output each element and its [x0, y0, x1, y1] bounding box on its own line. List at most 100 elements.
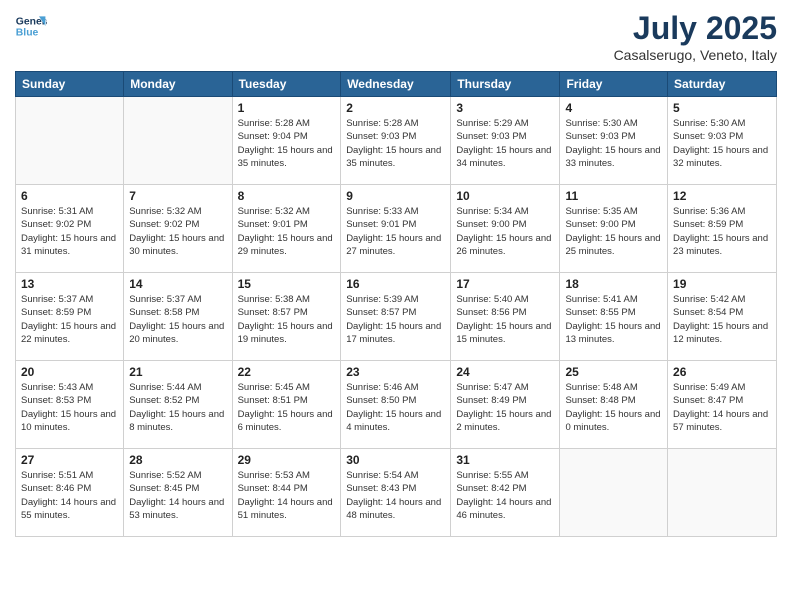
day-number: 5 [673, 101, 771, 115]
day-info: Sunrise: 5:29 AM Sunset: 9:03 PM Dayligh… [456, 117, 554, 170]
day-number: 6 [21, 189, 118, 203]
calendar-cell: 17 Sunrise: 5:40 AM Sunset: 8:56 PM Dayli… [451, 273, 560, 361]
calendar-cell: 4 Sunrise: 5:30 AM Sunset: 9:03 PM Daylig… [560, 97, 668, 185]
calendar-cell: 5 Sunrise: 5:30 AM Sunset: 9:03 PM Daylig… [668, 97, 777, 185]
day-info: Sunrise: 5:30 AM Sunset: 9:03 PM Dayligh… [565, 117, 662, 170]
day-info: Sunrise: 5:35 AM Sunset: 9:00 PM Dayligh… [565, 205, 662, 258]
day-info: Sunrise: 5:45 AM Sunset: 8:51 PM Dayligh… [238, 381, 336, 434]
svg-text:Blue: Blue [16, 28, 39, 39]
day-info: Sunrise: 5:52 AM Sunset: 8:45 PM Dayligh… [129, 469, 226, 522]
page: General Blue July 2025 Casalserugo, Vene… [0, 0, 792, 612]
day-info: Sunrise: 5:54 AM Sunset: 8:43 PM Dayligh… [346, 469, 445, 522]
calendar-cell: 2 Sunrise: 5:28 AM Sunset: 9:03 PM Daylig… [341, 97, 451, 185]
calendar-cell [16, 97, 124, 185]
week-row-1: 1 Sunrise: 5:28 AM Sunset: 9:04 PM Daylig… [16, 97, 777, 185]
day-info: Sunrise: 5:37 AM Sunset: 8:58 PM Dayligh… [129, 293, 226, 346]
day-number: 24 [456, 365, 554, 379]
calendar-cell: 15 Sunrise: 5:38 AM Sunset: 8:57 PM Dayli… [232, 273, 341, 361]
day-info: Sunrise: 5:30 AM Sunset: 9:03 PM Dayligh… [673, 117, 771, 170]
calendar-cell: 27 Sunrise: 5:51 AM Sunset: 8:46 PM Dayli… [16, 449, 124, 537]
calendar-cell: 19 Sunrise: 5:42 AM Sunset: 8:54 PM Dayli… [668, 273, 777, 361]
month-title: July 2025 [614, 10, 777, 47]
day-number: 8 [238, 189, 336, 203]
day-number: 31 [456, 453, 554, 467]
day-number: 3 [456, 101, 554, 115]
day-number: 18 [565, 277, 662, 291]
calendar-cell: 8Sunrise: 5:32 AM Sunset: 9:01 PM Daylig… [232, 185, 341, 273]
weekday-header-friday: Friday [560, 72, 668, 97]
day-info: Sunrise: 5:48 AM Sunset: 8:48 PM Dayligh… [565, 381, 662, 434]
weekday-header-row: SundayMondayTuesdayWednesdayThursdayFrid… [16, 72, 777, 97]
day-number: 26 [673, 365, 771, 379]
calendar-cell: 20Sunrise: 5:43 AM Sunset: 8:53 PM Dayli… [16, 361, 124, 449]
day-number: 7 [129, 189, 226, 203]
calendar-cell [668, 449, 777, 537]
day-number: 15 [238, 277, 336, 291]
logo-icon: General Blue [15, 10, 47, 42]
day-number: 9 [346, 189, 445, 203]
day-number: 17 [456, 277, 554, 291]
calendar-cell: 13Sunrise: 5:37 AM Sunset: 8:59 PM Dayli… [16, 273, 124, 361]
weekday-header-tuesday: Tuesday [232, 72, 341, 97]
calendar-cell: 3 Sunrise: 5:29 AM Sunset: 9:03 PM Daylig… [451, 97, 560, 185]
calendar-cell: 31Sunrise: 5:55 AM Sunset: 8:42 PM Dayli… [451, 449, 560, 537]
calendar-cell: 24Sunrise: 5:47 AM Sunset: 8:49 PM Dayli… [451, 361, 560, 449]
calendar-cell: 1 Sunrise: 5:28 AM Sunset: 9:04 PM Daylig… [232, 97, 341, 185]
day-info: Sunrise: 5:40 AM Sunset: 8:56 PM Dayligh… [456, 293, 554, 346]
day-number: 14 [129, 277, 226, 291]
day-info: Sunrise: 5:51 AM Sunset: 8:46 PM Dayligh… [21, 469, 118, 522]
day-number: 10 [456, 189, 554, 203]
day-info: Sunrise: 5:42 AM Sunset: 8:54 PM Dayligh… [673, 293, 771, 346]
calendar-cell: 10Sunrise: 5:34 AM Sunset: 9:00 PM Dayli… [451, 185, 560, 273]
day-number: 25 [565, 365, 662, 379]
day-number: 21 [129, 365, 226, 379]
calendar-cell: 16Sunrise: 5:39 AM Sunset: 8:57 PM Dayli… [341, 273, 451, 361]
calendar-table: SundayMondayTuesdayWednesdayThursdayFrid… [15, 71, 777, 537]
day-info: Sunrise: 5:41 AM Sunset: 8:55 PM Dayligh… [565, 293, 662, 346]
day-number: 27 [21, 453, 118, 467]
calendar-cell [124, 97, 232, 185]
day-number: 4 [565, 101, 662, 115]
day-info: Sunrise: 5:46 AM Sunset: 8:50 PM Dayligh… [346, 381, 445, 434]
day-number: 16 [346, 277, 445, 291]
day-info: Sunrise: 5:37 AM Sunset: 8:59 PM Dayligh… [21, 293, 118, 346]
weekday-header-sunday: Sunday [16, 72, 124, 97]
day-info: Sunrise: 5:43 AM Sunset: 8:53 PM Dayligh… [21, 381, 118, 434]
weekday-header-monday: Monday [124, 72, 232, 97]
day-info: Sunrise: 5:44 AM Sunset: 8:52 PM Dayligh… [129, 381, 226, 434]
calendar-cell: 18 Sunrise: 5:41 AM Sunset: 8:55 PM Dayli… [560, 273, 668, 361]
day-info: Sunrise: 5:32 AM Sunset: 9:02 PM Dayligh… [129, 205, 226, 258]
weekday-header-saturday: Saturday [668, 72, 777, 97]
day-info: Sunrise: 5:28 AM Sunset: 9:04 PM Dayligh… [238, 117, 336, 170]
calendar-cell: 9 Sunrise: 5:33 AM Sunset: 9:01 PM Daylig… [341, 185, 451, 273]
day-info: Sunrise: 5:33 AM Sunset: 9:01 PM Dayligh… [346, 205, 445, 258]
calendar-cell: 28 Sunrise: 5:52 AM Sunset: 8:45 PM Dayli… [124, 449, 232, 537]
day-number: 28 [129, 453, 226, 467]
week-row-2: 6 Sunrise: 5:31 AM Sunset: 9:02 PM Daylig… [16, 185, 777, 273]
location: Casalserugo, Veneto, Italy [614, 47, 777, 63]
calendar-cell: 22 Sunrise: 5:45 AM Sunset: 8:51 PM Dayli… [232, 361, 341, 449]
calendar-cell: 6 Sunrise: 5:31 AM Sunset: 9:02 PM Daylig… [16, 185, 124, 273]
day-number: 11 [565, 189, 662, 203]
calendar-cell: 7 Sunrise: 5:32 AM Sunset: 9:02 PM Daylig… [124, 185, 232, 273]
calendar-cell: 29Sunrise: 5:53 AM Sunset: 8:44 PM Dayli… [232, 449, 341, 537]
calendar-cell: 11 Sunrise: 5:35 AM Sunset: 9:00 PM Dayli… [560, 185, 668, 273]
day-info: Sunrise: 5:38 AM Sunset: 8:57 PM Dayligh… [238, 293, 336, 346]
calendar-cell: 25 Sunrise: 5:48 AM Sunset: 8:48 PM Dayli… [560, 361, 668, 449]
day-info: Sunrise: 5:28 AM Sunset: 9:03 PM Dayligh… [346, 117, 445, 170]
logo: General Blue [15, 10, 49, 42]
day-number: 19 [673, 277, 771, 291]
calendar-cell: 14 Sunrise: 5:37 AM Sunset: 8:58 PM Dayli… [124, 273, 232, 361]
day-number: 23 [346, 365, 445, 379]
day-number: 29 [238, 453, 336, 467]
day-number: 22 [238, 365, 336, 379]
day-number: 2 [346, 101, 445, 115]
day-number: 1 [238, 101, 336, 115]
day-number: 30 [346, 453, 445, 467]
weekday-header-thursday: Thursday [451, 72, 560, 97]
week-row-5: 27 Sunrise: 5:51 AM Sunset: 8:46 PM Dayli… [16, 449, 777, 537]
calendar-cell: 21 Sunrise: 5:44 AM Sunset: 8:52 PM Dayli… [124, 361, 232, 449]
title-block: July 2025 Casalserugo, Veneto, Italy [614, 10, 777, 63]
calendar-cell: 30 Sunrise: 5:54 AM Sunset: 8:43 PM Dayli… [341, 449, 451, 537]
day-info: Sunrise: 5:31 AM Sunset: 9:02 PM Dayligh… [21, 205, 118, 258]
